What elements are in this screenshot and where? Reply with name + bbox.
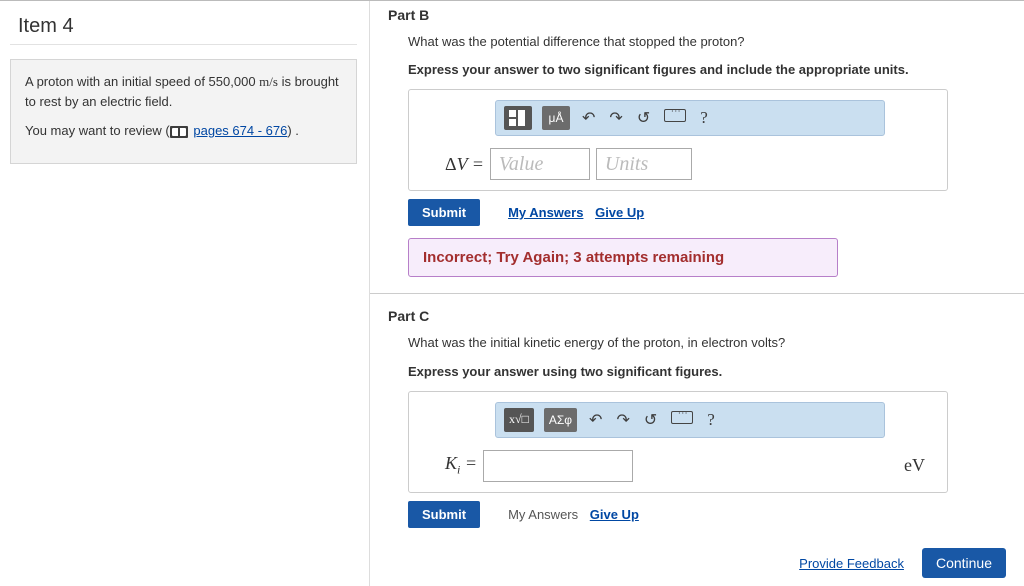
help-icon[interactable]: ? bbox=[705, 410, 717, 430]
part-b-submit-row: Submit My Answers Give Up bbox=[408, 199, 1006, 226]
reset-icon[interactable]: ↺ bbox=[642, 410, 659, 430]
divider bbox=[370, 293, 1024, 294]
give-up-link[interactable]: Give Up bbox=[595, 205, 644, 220]
part-c-variable: Ki = bbox=[445, 453, 477, 478]
value-input[interactable] bbox=[483, 450, 633, 482]
part-c-submit-row: Submit My Answers Give Up bbox=[408, 501, 1006, 528]
keyboard-icon[interactable] bbox=[669, 411, 695, 429]
part-b-instruction: Express your answer to two significant f… bbox=[408, 61, 1006, 79]
part-c: Part C What was the initial kinetic ener… bbox=[388, 308, 1006, 527]
greek-tool-button[interactable]: ΑΣφ bbox=[544, 408, 577, 432]
feedback-message: Incorrect; Try Again; 3 attempts remaini… bbox=[408, 238, 838, 277]
book-icon bbox=[170, 126, 188, 138]
review-line: You may want to review ( pages 674 - 676… bbox=[25, 121, 342, 141]
left-panel: Item 4 A proton with an initial speed of… bbox=[0, 1, 370, 586]
reset-icon[interactable]: ↺ bbox=[635, 108, 652, 128]
part-c-question: What was the initial kinetic energy of t… bbox=[408, 334, 1006, 352]
provide-feedback-link[interactable]: Provide Feedback bbox=[799, 556, 904, 571]
review-pages-link[interactable]: pages 674 - 676 bbox=[193, 123, 287, 138]
part-b-variable: ΔV = bbox=[445, 154, 484, 175]
my-answers-link[interactable]: My Answers bbox=[508, 507, 578, 522]
problem-text: A proton with an initial speed of 550,00… bbox=[25, 72, 342, 111]
submit-button[interactable]: Submit bbox=[408, 501, 480, 528]
part-c-answer-box: x√□ ΑΣφ ↶ ↷ ↺ ? Ki = eV bbox=[408, 391, 948, 493]
redo-icon[interactable]: ↷ bbox=[614, 410, 631, 430]
item-title: Item 4 bbox=[10, 9, 357, 45]
part-c-toolbar: x√□ ΑΣφ ↶ ↷ ↺ ? bbox=[495, 402, 885, 438]
value-input[interactable]: Value bbox=[490, 148, 590, 180]
part-b-answer-box: μÅ ↶ ↷ ↺ ? ΔV = Value Units bbox=[408, 89, 948, 191]
give-up-link[interactable]: Give Up bbox=[590, 507, 639, 522]
part-b-question: What was the potential difference that s… bbox=[408, 33, 1006, 51]
footer: Provide Feedback Continue bbox=[799, 548, 1006, 578]
unit-suffix: eV bbox=[904, 455, 935, 476]
undo-icon[interactable]: ↶ bbox=[580, 108, 597, 128]
part-c-instruction: Express your answer using two significan… bbox=[408, 363, 1006, 381]
part-b-answer-line: ΔV = Value Units bbox=[445, 148, 931, 180]
part-b: Part B What was the potential difference… bbox=[388, 7, 1006, 277]
right-panel: Part B What was the potential difference… bbox=[370, 1, 1024, 586]
part-c-answer-line: Ki = eV bbox=[445, 450, 935, 482]
units-input[interactable]: Units bbox=[596, 148, 692, 180]
my-answers-link[interactable]: My Answers bbox=[508, 205, 583, 220]
keyboard-icon[interactable] bbox=[662, 109, 688, 127]
continue-button[interactable]: Continue bbox=[922, 548, 1006, 578]
template-tool-icon[interactable] bbox=[504, 106, 532, 130]
problem-statement: A proton with an initial speed of 550,00… bbox=[10, 59, 357, 164]
part-c-heading: Part C bbox=[388, 308, 1006, 324]
part-b-heading: Part B bbox=[388, 7, 1006, 23]
sqrt-tool-icon[interactable]: x√□ bbox=[504, 408, 534, 432]
help-icon[interactable]: ? bbox=[698, 108, 710, 128]
submit-button[interactable]: Submit bbox=[408, 199, 480, 226]
units-tool-button[interactable]: μÅ bbox=[542, 106, 570, 130]
part-b-toolbar: μÅ ↶ ↷ ↺ ? bbox=[495, 100, 885, 136]
redo-icon[interactable]: ↷ bbox=[607, 108, 624, 128]
undo-icon[interactable]: ↶ bbox=[587, 410, 604, 430]
